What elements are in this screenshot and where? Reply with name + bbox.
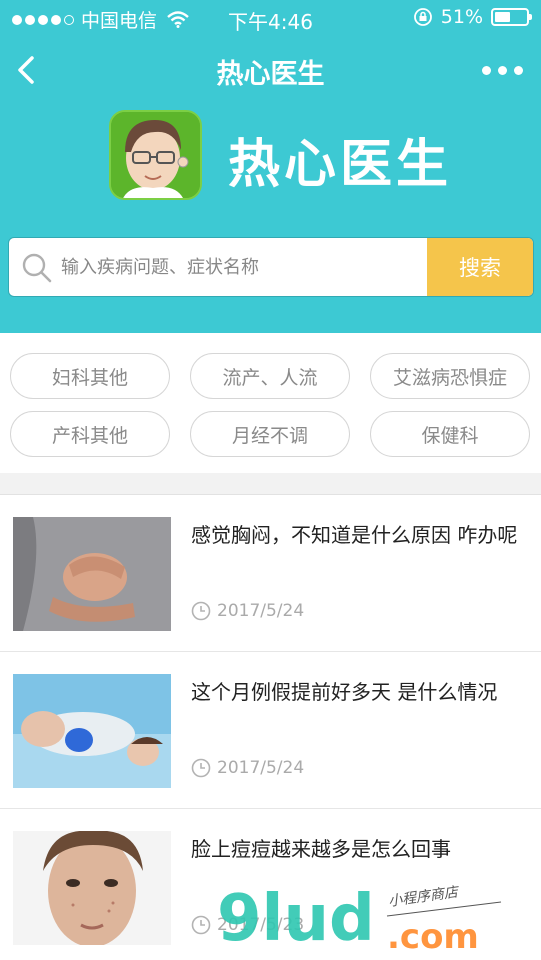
watermark-tagline: 小程序商店 (387, 884, 461, 910)
clock-icon (191, 601, 211, 621)
clock-icon (191, 758, 211, 778)
more-dot-icon (514, 66, 523, 75)
article-title: 感觉胸闷，不知道是什么原因 咋办呢 (191, 523, 518, 547)
hot-tags: 妇科其他 流产、人流 艾滋病恐惧症 产科其他 月经不调 保健科 (0, 333, 541, 473)
header: 中国电信 下午4:46 51% 热心医生 热心医生 输入疾病问题、症状名称 搜索 (0, 0, 541, 333)
watermark-sub: .com (387, 917, 479, 956)
tag-chip[interactable]: 妇科其他 (10, 353, 170, 399)
tag-chip[interactable]: 产科其他 (10, 411, 170, 457)
tag-chip[interactable]: 流产、人流 (190, 353, 350, 399)
article-item[interactable]: 这个月例假提前好多天 是什么情况 2017/5/24 (0, 652, 541, 809)
status-bar: 中国电信 下午4:46 51% (0, 0, 541, 36)
more-dot-icon (482, 66, 491, 75)
more-dot-icon (498, 66, 507, 75)
battery-percent: 51% (440, 6, 483, 28)
watermark-main: 9lud (217, 882, 375, 956)
article-title: 这个月例假提前好多天 是什么情况 (191, 680, 498, 704)
rotation-lock-icon (413, 8, 432, 26)
article-date-text: 2017/5/24 (217, 758, 305, 778)
clock-icon (191, 915, 211, 935)
doctor-avatar-logo (109, 110, 202, 200)
article-thumbnail (13, 517, 171, 631)
article-title: 脸上痘痘越来越多是怎么回事 (191, 837, 451, 861)
tag-chip[interactable]: 保健科 (370, 411, 530, 457)
tag-chip[interactable]: 艾滋病恐惧症 (370, 353, 530, 399)
battery-icon (491, 8, 532, 26)
watermark-logo: 9lud .com 小程序商店 (211, 876, 511, 957)
nav-bar: 热心医生 (0, 40, 541, 100)
brand-name: 热心医生 (228, 135, 453, 195)
article-date: 2017/5/24 (191, 601, 304, 621)
article-date-text: 2017/5/24 (217, 601, 305, 621)
article-date: 2017/5/24 (191, 758, 304, 778)
article-thumbnail (13, 831, 171, 945)
page-title: 热心医生 (216, 59, 325, 90)
doctor-avatar-icon (111, 112, 200, 198)
tag-chip[interactable]: 月经不调 (190, 411, 350, 457)
article-item[interactable]: 感觉胸闷，不知道是什么原因 咋办呢 2017/5/24 (0, 495, 541, 652)
article-thumbnail (13, 674, 171, 788)
search-button[interactable]: 搜索 (427, 238, 533, 296)
more-button[interactable] (478, 60, 527, 81)
search-bar: 搜索 (8, 237, 534, 297)
status-right: 51% (413, 6, 532, 28)
search-icon (22, 253, 52, 283)
search-input[interactable] (61, 238, 421, 296)
